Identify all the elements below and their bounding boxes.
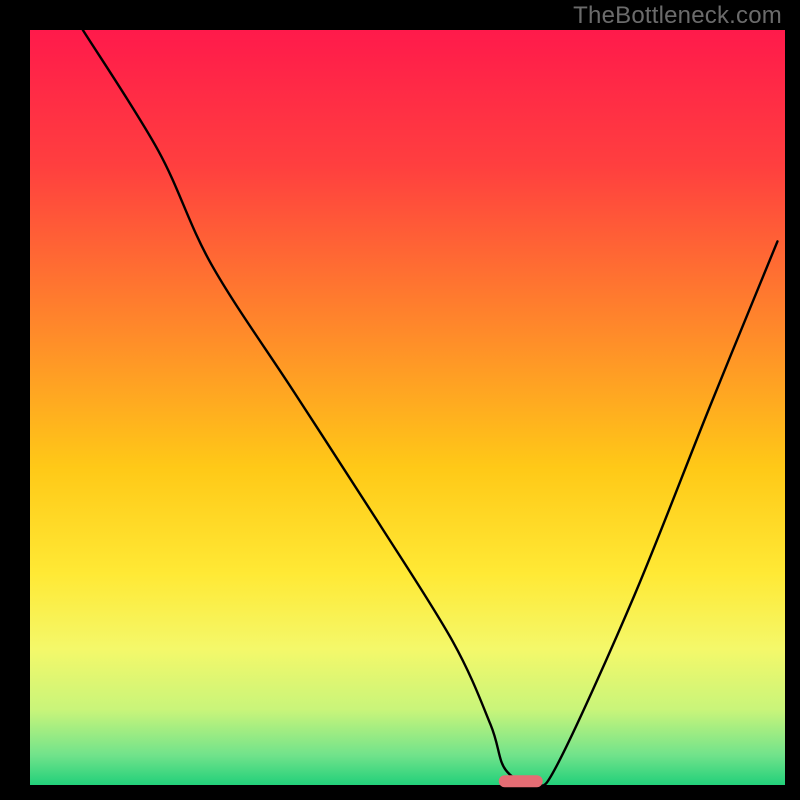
bottleneck-chart bbox=[0, 0, 800, 800]
chart-frame: TheBottleneck.com bbox=[0, 0, 800, 800]
watermark-text: TheBottleneck.com bbox=[573, 2, 782, 30]
plot-background bbox=[30, 30, 785, 785]
optimum-marker bbox=[499, 775, 543, 787]
